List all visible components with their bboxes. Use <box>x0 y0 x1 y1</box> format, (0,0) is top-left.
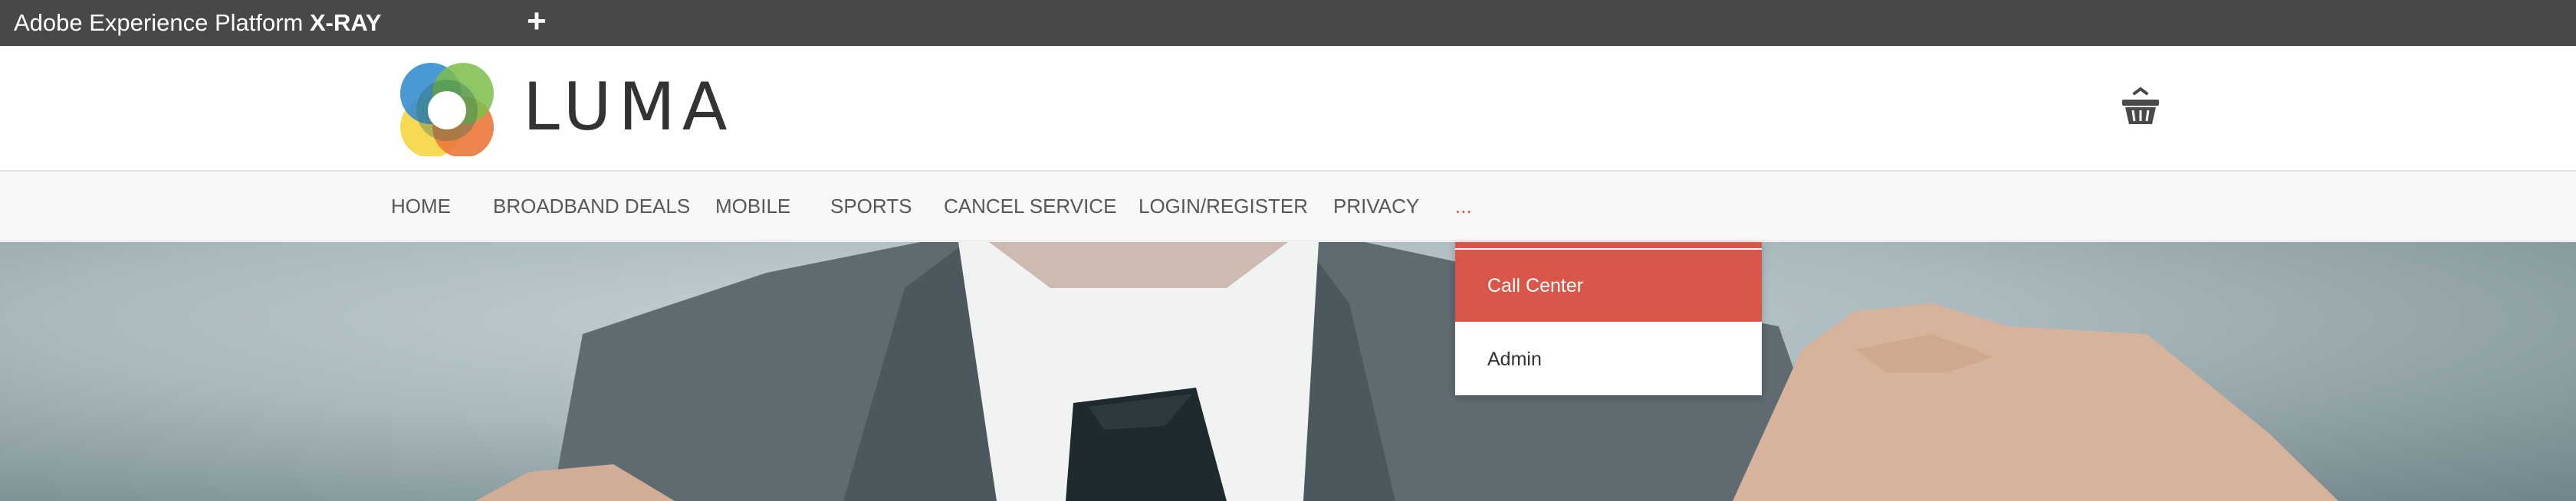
nav-item-mobile[interactable]: MOBILE <box>715 172 790 241</box>
dropdown-accent-line <box>1455 242 1762 248</box>
site-header: LUMA <box>0 46 2576 172</box>
xray-title: Adobe Experience Platform X-RAY <box>14 0 382 46</box>
brand-wordmark[interactable]: LUMA <box>523 74 734 141</box>
nav-item-login-register[interactable]: LOGIN/REGISTER <box>1138 172 1308 241</box>
nav-more-menu[interactable]: ... <box>1455 172 1472 241</box>
luma-rings-logo-icon[interactable] <box>397 61 497 158</box>
nav-item-home[interactable]: HOME <box>391 172 451 241</box>
more-dropdown-menu: Call Center Admin <box>1455 242 1762 395</box>
hero-banner <box>0 242 2576 501</box>
shopping-basket-icon[interactable] <box>2119 86 2162 129</box>
nav-item-cancel-service[interactable]: CANCEL SERVICE <box>944 172 1116 241</box>
nav-item-privacy[interactable]: PRIVACY <box>1333 172 1419 241</box>
nav-item-sports[interactable]: SPORTS <box>830 172 912 241</box>
dropdown-item-admin[interactable]: Admin <box>1455 323 1762 395</box>
add-icon[interactable]: + <box>523 5 550 38</box>
main-nav: HOME BROADBAND DEALS MOBILE SPORTS CANCE… <box>0 172 2576 241</box>
xray-title-prefix: Adobe Experience Platform <box>14 9 310 36</box>
hero-image <box>475 242 2338 501</box>
xray-toolbar: Adobe Experience Platform X-RAY + <box>0 0 2576 46</box>
dropdown-item-call-center[interactable]: Call Center <box>1455 250 1762 322</box>
xray-title-strong: X-RAY <box>310 9 382 36</box>
nav-item-broadband-deals[interactable]: BROADBAND DEALS <box>493 172 690 241</box>
